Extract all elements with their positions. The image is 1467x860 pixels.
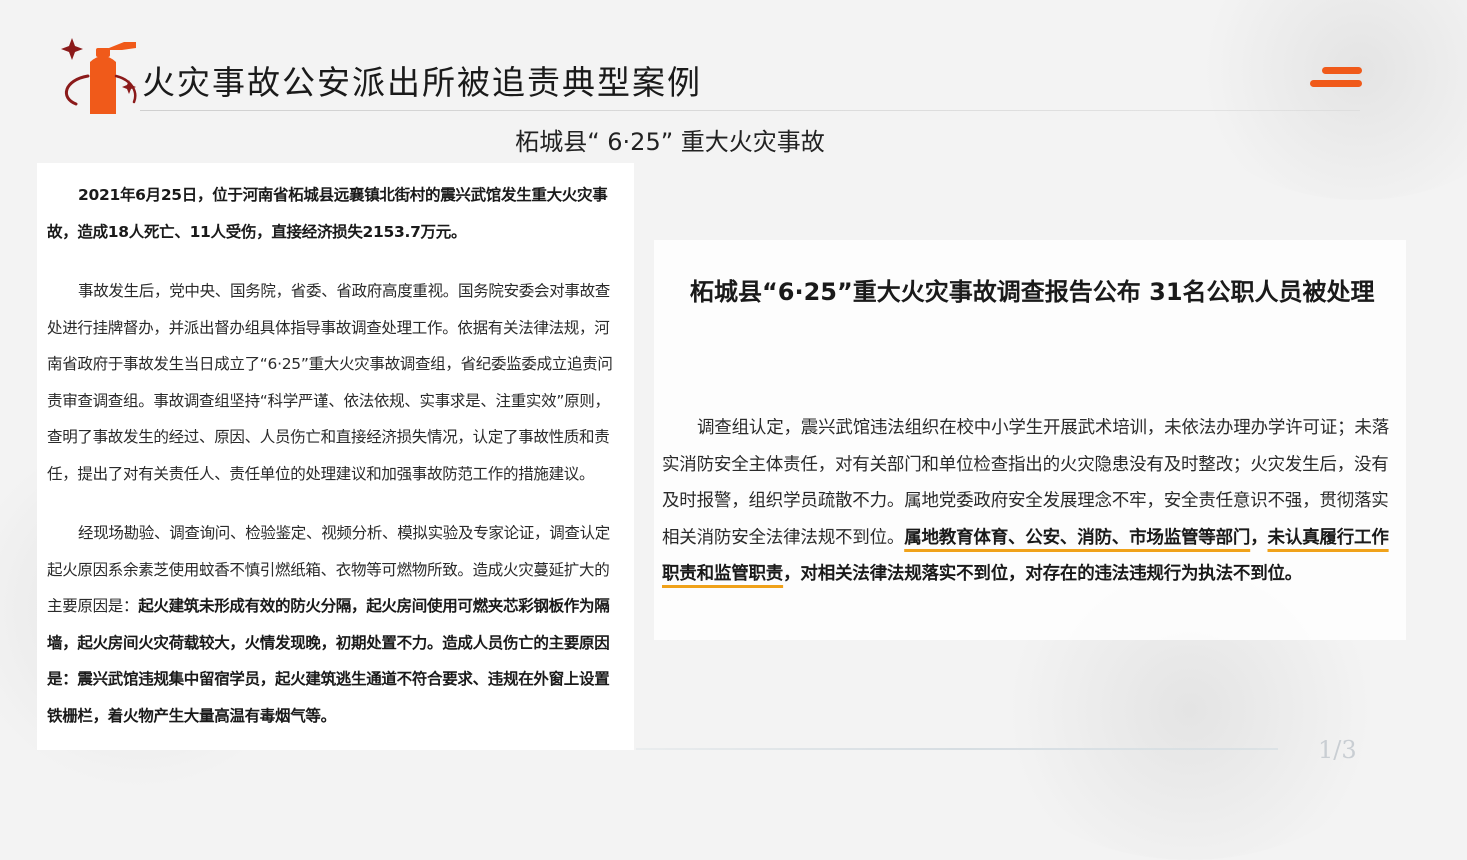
header-divider	[140, 110, 1360, 111]
investigation-paragraph: 事故发生后，党中央、国务院，省委、省政府高度重视。国务院安委会对事故查处进行挂牌…	[47, 282, 613, 483]
fire-extinguisher-icon	[61, 38, 137, 114]
page-title: 火灾事故公安派出所被追责典型案例	[142, 63, 702, 102]
menu-icon[interactable]	[1308, 64, 1364, 90]
header: 火灾事故公安派出所被追责典型案例	[0, 0, 1467, 120]
cause-text-bold: 起火建筑未形成有效的防火分隔，起火房间使用可燃夹芯彩钢板作为隔墙，起火房间火灾荷…	[47, 597, 610, 725]
report-title: 柘城县“6·25”重大火灾事故调查报告公布 31名公职人员被处理	[690, 278, 1375, 306]
highlighted-departments: 属地教育体育、公安、消防、市场监管等部门	[904, 527, 1251, 548]
page-number: 1/3	[1318, 736, 1357, 764]
intro-paragraph: 2021年6月25日，位于河南省柘城县远襄镇北街村的震兴武馆发生重大火灾事故，造…	[47, 186, 608, 241]
cause-paragraph: 经现场勘验、调查询问、检验鉴定、视频分析、模拟实验及专家论证，调查认定起火原因系…	[47, 515, 618, 734]
footer-divider	[636, 748, 1278, 750]
left-text-panel: 2021年6月25日，位于河南省柘城县远襄镇北街村的震兴武馆发生重大火灾事故，造…	[37, 163, 634, 750]
report-body: 调查组认定，震兴武馆违法组织在校中小学生开展武术培训，未依法办理办学许可证；未落…	[662, 410, 1402, 593]
report-text-bold: ，对相关法律法规落实不到位，对存在的违法违规行为执法不到位。	[783, 564, 1303, 585]
report-text-comma: ，	[1250, 527, 1268, 548]
page-subtitle: 柘城县“ 6·25” 重大火灾事故	[515, 128, 825, 156]
